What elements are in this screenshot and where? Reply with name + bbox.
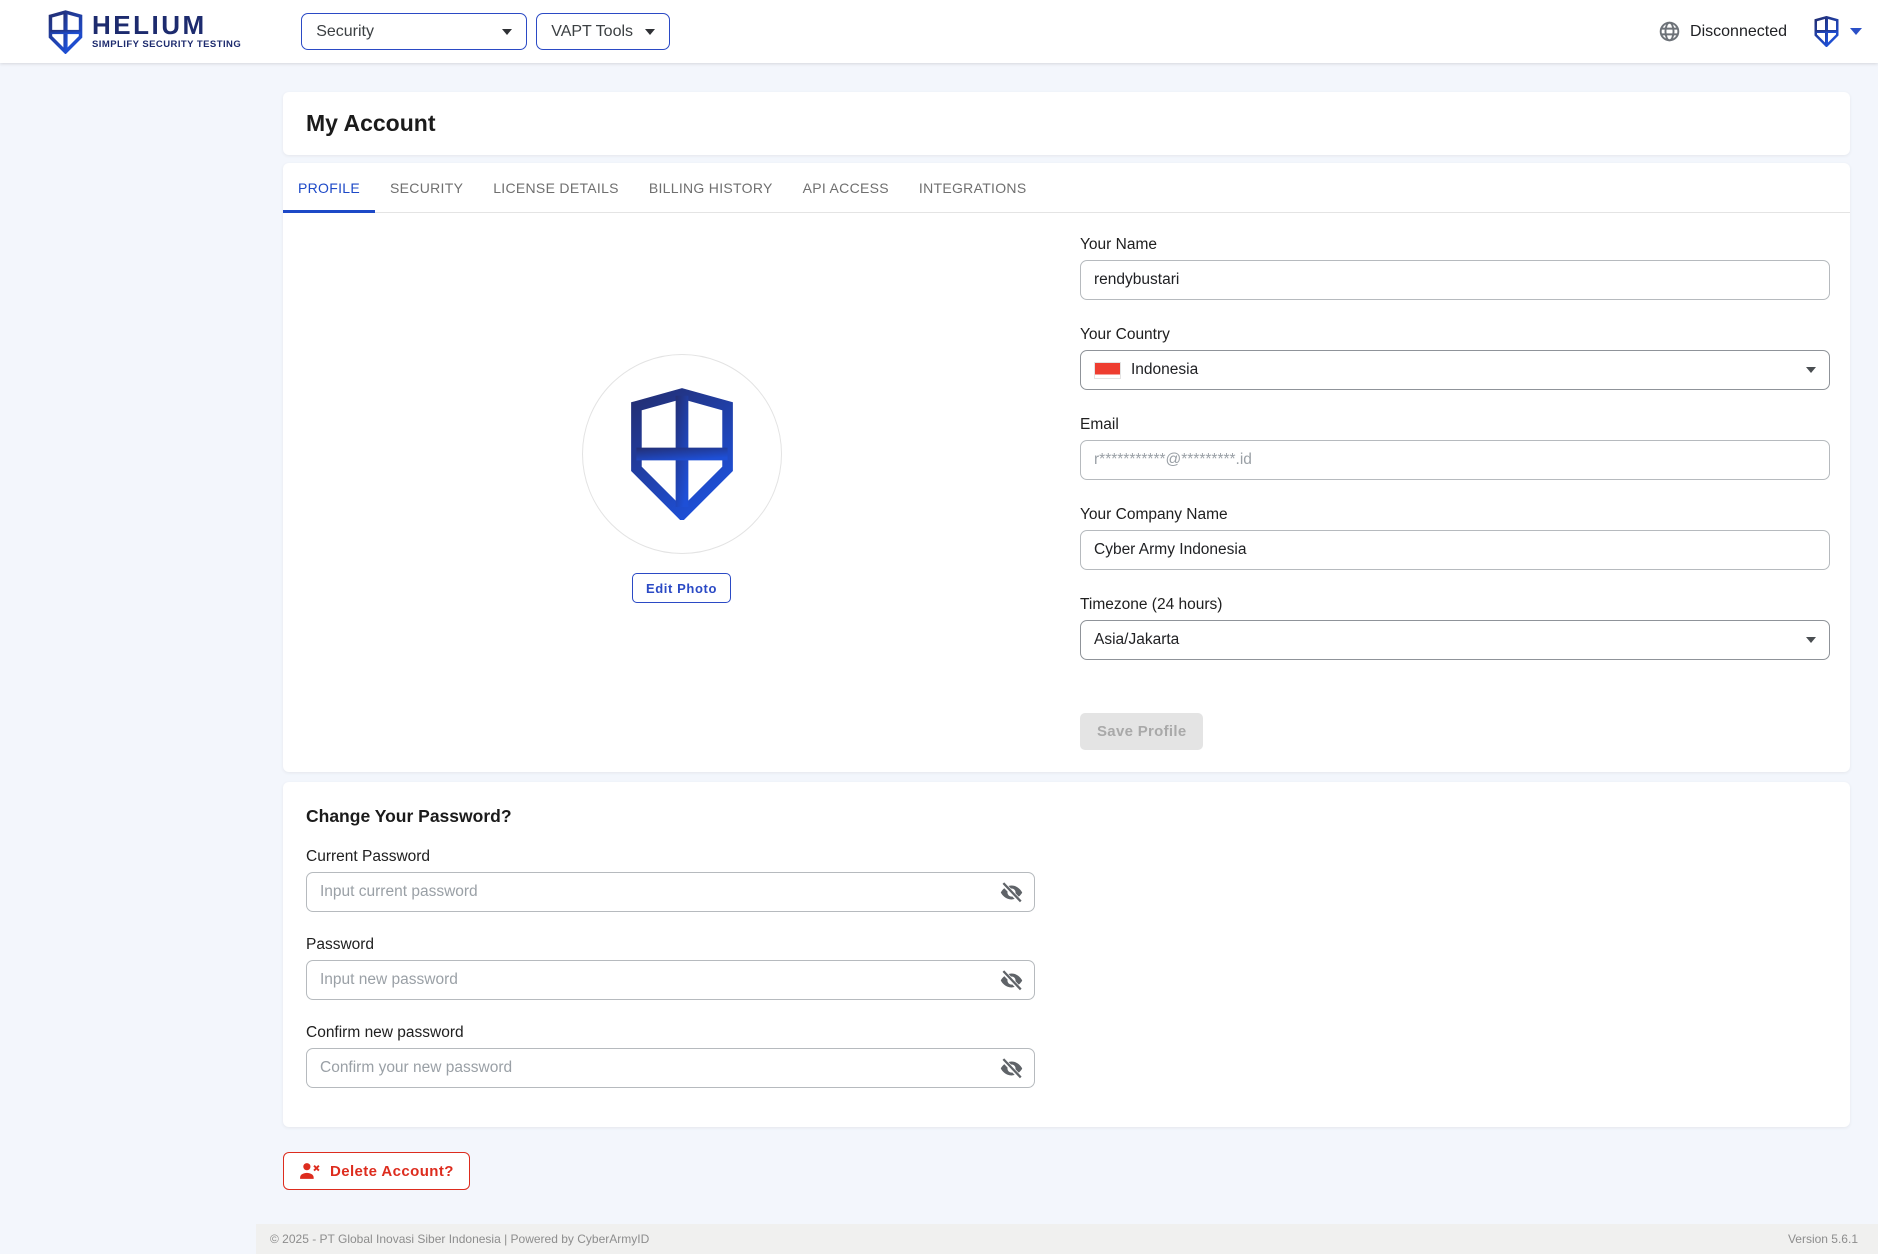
flag-indonesia-icon — [1094, 362, 1121, 379]
page-footer: © 2025 - PT Global Inovasi Siber Indones… — [256, 1224, 1878, 1254]
module-dropdown[interactable]: Security — [301, 13, 527, 50]
account-card: PROFILE SECURITY LICENSE DETAILS BILLING… — [283, 163, 1850, 772]
toggle-confirm-password-visibility-button[interactable] — [999, 1056, 1024, 1081]
new-password-input[interactable] — [306, 960, 1035, 1000]
vapt-tools-dropdown[interactable]: VAPT Tools — [536, 13, 670, 50]
account-tabs: PROFILE SECURITY LICENSE DETAILS BILLING… — [283, 163, 1850, 213]
footer-version: Version 5.6.1 — [1788, 1232, 1858, 1246]
profile-tab-panel: Edit Photo Your Name Your Country Indone… — [283, 213, 1850, 772]
confirm-password-label: Confirm new password — [306, 1024, 1827, 1042]
brand-name: HELIUM — [92, 13, 241, 37]
tab-integrations[interactable]: INTEGRATIONS — [904, 163, 1042, 212]
chevron-down-icon — [645, 29, 655, 35]
country-select-value: Indonesia — [1131, 361, 1198, 379]
timezone-select[interactable]: Asia/Jakarta — [1080, 620, 1830, 660]
chevron-down-icon — [1806, 367, 1816, 373]
email-label: Email — [1080, 416, 1830, 434]
page-title: My Account — [306, 110, 436, 137]
avatar — [582, 354, 782, 554]
vapt-tools-dropdown-label: VAPT Tools — [551, 23, 633, 41]
helium-shield-logo-icon — [48, 10, 83, 54]
profile-form: Your Name Your Country Indonesia Email — [1080, 236, 1830, 750]
avatar-shield-icon — [629, 388, 735, 520]
new-password-label: Password — [306, 936, 1827, 954]
save-profile-button[interactable]: Save Profile — [1080, 713, 1203, 750]
current-password-input[interactable] — [306, 872, 1035, 912]
eye-off-icon — [999, 880, 1024, 905]
timezone-select-value: Asia/Jakarta — [1094, 631, 1179, 649]
country-label: Your Country — [1080, 326, 1830, 344]
company-label: Your Company Name — [1080, 506, 1830, 524]
edit-photo-button[interactable]: Edit Photo — [632, 573, 731, 603]
toggle-current-password-visibility-button[interactable] — [999, 880, 1024, 905]
user-menu-shield-icon[interactable] — [1814, 16, 1839, 47]
country-select[interactable]: Indonesia — [1080, 350, 1830, 390]
confirm-password-input[interactable] — [306, 1048, 1035, 1088]
name-label: Your Name — [1080, 236, 1830, 254]
top-navbar: HELIUM SIMPLIFY SECURITY TESTING Securit… — [0, 0, 1878, 63]
globe-icon — [1658, 20, 1681, 43]
company-input[interactable] — [1080, 530, 1830, 570]
change-password-title: Change Your Password? — [306, 806, 1827, 827]
chevron-down-icon — [1806, 637, 1816, 643]
tab-license-details[interactable]: LICENSE DETAILS — [478, 163, 634, 212]
current-password-label: Current Password — [306, 848, 1827, 866]
tab-profile[interactable]: PROFILE — [283, 163, 375, 212]
person-remove-icon — [299, 1160, 321, 1182]
tab-api-access[interactable]: API ACCESS — [788, 163, 904, 212]
tab-billing-history[interactable]: BILLING HISTORY — [634, 163, 788, 212]
main-content: My Account PROFILE SECURITY LICENSE DETA… — [283, 92, 1850, 1190]
helium-brand-logo[interactable]: HELIUM SIMPLIFY SECURITY TESTING — [48, 10, 241, 54]
page-title-card: My Account — [283, 92, 1850, 155]
tab-security[interactable]: SECURITY — [375, 163, 478, 212]
name-input[interactable] — [1080, 260, 1830, 300]
chevron-down-icon — [502, 29, 512, 35]
eye-off-icon — [999, 1056, 1024, 1081]
connection-status: Disconnected — [1690, 23, 1787, 41]
module-dropdown-value: Security — [316, 23, 374, 41]
change-password-card: Change Your Password? Current Password P… — [283, 782, 1850, 1127]
email-input[interactable] — [1080, 440, 1830, 480]
footer-copyright: © 2025 - PT Global Inovasi Siber Indones… — [270, 1232, 649, 1246]
eye-off-icon — [999, 968, 1024, 993]
timezone-label: Timezone (24 hours) — [1080, 596, 1830, 614]
toggle-new-password-visibility-button[interactable] — [999, 968, 1024, 993]
profile-photo-column: Edit Photo — [283, 236, 1080, 750]
delete-account-button[interactable]: Delete Account? — [283, 1152, 470, 1190]
delete-account-label: Delete Account? — [330, 1163, 454, 1180]
user-menu-chevron-down-icon[interactable] — [1850, 28, 1862, 35]
brand-tagline: SIMPLIFY SECURITY TESTING — [92, 39, 241, 50]
navbar-right-group: Disconnected — [1658, 16, 1862, 47]
